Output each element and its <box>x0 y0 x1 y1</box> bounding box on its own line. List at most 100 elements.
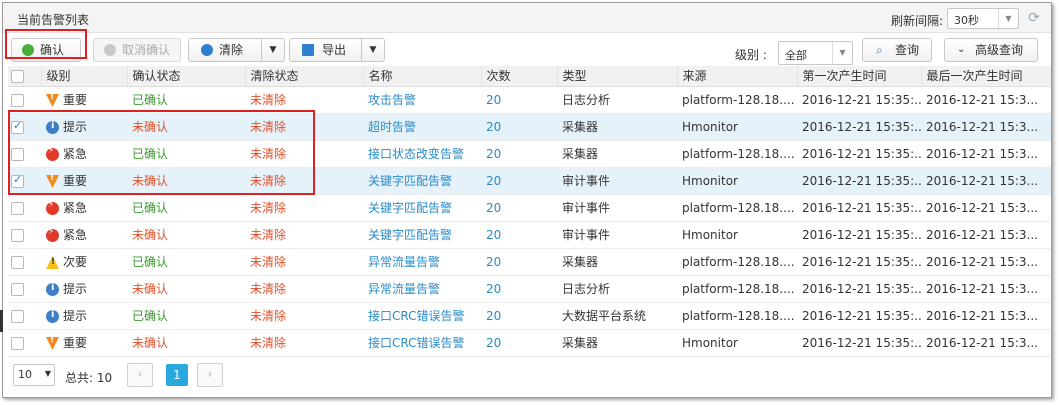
confirm-button-highlight <box>5 29 87 59</box>
level-text: 重要 <box>63 336 88 350</box>
last-time: 2016-12-21 15:3... <box>921 167 1051 195</box>
selected-rows-highlight <box>8 110 315 195</box>
level-cell: 重要 <box>41 329 127 357</box>
prev-page-button[interactable]: ‹ <box>127 363 153 387</box>
level-filter-value: 全部 <box>785 49 807 62</box>
alarm-name-link[interactable]: 接口状态改变告警 <box>363 140 481 168</box>
refresh-interval-select[interactable]: 30秒 ▼ <box>947 8 1019 29</box>
alarm-type: 日志分析 <box>557 86 677 114</box>
last-time: 2016-12-21 15:3... <box>921 275 1051 303</box>
column-header[interactable]: 名称 <box>363 66 482 87</box>
column-header[interactable]: 确认状态 <box>127 66 246 87</box>
alarm-source: platform-128.18.... <box>677 302 797 330</box>
clear-status: 未清除 <box>245 86 363 114</box>
refresh-icon[interactable]: ⟳ <box>1025 9 1043 27</box>
table-row[interactable]: 重要未确认未清除接口CRC错误告警20采集器Hmonitor2016-12-21… <box>8 329 1051 357</box>
alarm-count-link[interactable]: 20 <box>481 167 557 195</box>
alarm-count-link[interactable]: 20 <box>481 113 557 141</box>
toolbar: 确认 取消确认 清除 ▼ 导出 ▼ 级别 : 全部 ▼ ⌕ 查询 ⌄ 高级查询 <box>3 33 1051 65</box>
alarm-count-link[interactable]: 20 <box>481 221 557 249</box>
alarm-name-link[interactable]: 超时告警 <box>363 113 481 141</box>
column-header[interactable]: 次数 <box>481 66 558 87</box>
last-time: 2016-12-21 15:3... <box>921 113 1051 141</box>
clear-status: 未清除 <box>245 329 363 357</box>
info-icon <box>46 309 59 323</box>
alarm-name-link[interactable]: 异常流量告警 <box>363 275 481 303</box>
alarm-name-link[interactable]: 关键字匹配告警 <box>363 221 481 249</box>
table-row[interactable]: 重要已确认未清除攻击告警20日志分析platform-128.18....201… <box>8 86 1051 114</box>
alarm-count-link[interactable]: 20 <box>481 86 557 114</box>
minus-circle-icon <box>201 44 213 56</box>
clear-dropdown-toggle[interactable]: ▼ <box>261 38 285 62</box>
alarm-count-link[interactable]: 20 <box>481 329 557 357</box>
table-row[interactable]: 紧急未确认未清除关键字匹配告警20审计事件Hmonitor2016-12-21 … <box>8 221 1051 249</box>
row-checkbox[interactable] <box>11 309 24 323</box>
alarm-name-link[interactable]: 接口CRC错误告警 <box>363 302 481 330</box>
select-all-cell <box>8 66 42 87</box>
advanced-query-button[interactable]: ⌄ 高级查询 <box>944 38 1038 62</box>
clear-status: 未清除 <box>245 221 363 249</box>
table-row[interactable]: 紧急 已确认未清除关键字匹配告警20审计事件platform-128.18....… <box>8 194 1051 222</box>
alarm-count-link[interactable]: 20 <box>481 140 557 168</box>
panel-titlebar: 当前告警列表 刷新间隔: 30秒 ▼ ⟳ <box>3 3 1051 33</box>
alarm-count-link[interactable]: 20 <box>481 275 557 303</box>
table-row[interactable]: 提示 已确认未清除接口CRC错误告警20大数据平台系统platform-128.1… <box>8 302 1051 330</box>
level-filter-select[interactable]: 全部 ▼ <box>778 41 853 65</box>
row-checkbox[interactable] <box>11 282 24 296</box>
chevron-left-icon: ‹ <box>137 367 143 382</box>
row-checkbox[interactable] <box>11 228 24 242</box>
refresh-interval-value: 30秒 <box>954 14 979 27</box>
chevron-right-icon: › <box>207 367 213 382</box>
caret-down-icon: ▼ <box>44 369 51 378</box>
row-checkbox[interactable] <box>11 93 24 107</box>
level-text: 紧急 <box>63 228 88 242</box>
select-all-checkbox[interactable] <box>11 69 24 83</box>
confirm-status: 未确认 <box>127 275 245 303</box>
table-row[interactable]: 次要已确认未清除异常流量告警20采集器platform-128.18....20… <box>8 248 1051 276</box>
column-header[interactable]: 第一次产生时间 <box>797 66 922 87</box>
caret-down-icon: ▼ <box>369 45 377 55</box>
clear-button[interactable]: 清除 <box>188 38 262 62</box>
alarm-count-link[interactable]: 20 <box>481 248 557 276</box>
last-time: 2016-12-21 15:3... <box>921 302 1051 330</box>
clear-button-label: 清除 <box>219 43 244 57</box>
alarm-source: platform-128.18.... <box>677 140 797 168</box>
level-cell: 紧急 <box>41 221 127 249</box>
page-size-select[interactable]: 10 ▼ <box>13 364 55 386</box>
alarm-name-link[interactable]: 关键字匹配告警 <box>363 194 481 222</box>
last-time: 2016-12-21 15:3... <box>921 329 1051 357</box>
alarm-count-link[interactable]: 20 <box>481 194 557 222</box>
confirm-status: 已确认 <box>127 248 245 276</box>
query-button[interactable]: ⌕ 查询 <box>862 38 932 62</box>
row-checkbox[interactable] <box>11 255 24 269</box>
level-cell: 重要 <box>41 86 127 114</box>
clear-status: 未清除 <box>245 248 363 276</box>
table-row[interactable]: 提示未确认未清除异常流量告警20日志分析platform-128.18....2… <box>8 275 1051 303</box>
column-header[interactable]: 类型 <box>557 66 678 87</box>
alarm-name-link[interactable]: 异常流量告警 <box>363 248 481 276</box>
last-time: 2016-12-21 15:3... <box>921 221 1051 249</box>
export-button-label: 导出 <box>322 43 347 57</box>
next-page-button[interactable]: › <box>197 363 223 387</box>
alarm-source: Hmonitor <box>677 221 797 249</box>
alarm-source: Hmonitor <box>677 329 797 357</box>
export-dropdown-toggle[interactable]: ▼ <box>361 38 385 62</box>
urgent-icon <box>46 227 59 242</box>
column-header[interactable]: 清除状态 <box>245 66 364 87</box>
chevron-down-icon: ▼ <box>998 9 1018 28</box>
minor-icon <box>46 256 59 269</box>
column-header[interactable]: 最后一次产生时间 <box>921 66 1051 87</box>
current-page-button[interactable]: 1 <box>166 364 188 386</box>
cancel-confirm-button[interactable]: 取消确认 <box>93 38 181 62</box>
column-header[interactable]: 级别 <box>41 66 128 87</box>
column-header[interactable]: 来源 <box>677 66 798 87</box>
alarm-count-link[interactable]: 20 <box>481 302 557 330</box>
alarm-name-link[interactable]: 关键字匹配告警 <box>363 167 481 195</box>
first-time: 2016-12-21 15:35:... <box>797 221 921 249</box>
alarm-name-link[interactable]: 接口CRC错误告警 <box>363 329 481 357</box>
alarm-name-link[interactable]: 攻击告警 <box>363 86 481 114</box>
row-checkbox[interactable] <box>11 201 24 215</box>
export-button[interactable]: 导出 <box>289 38 362 62</box>
row-checkbox[interactable] <box>11 336 24 350</box>
row-checkbox-cell <box>8 194 41 222</box>
